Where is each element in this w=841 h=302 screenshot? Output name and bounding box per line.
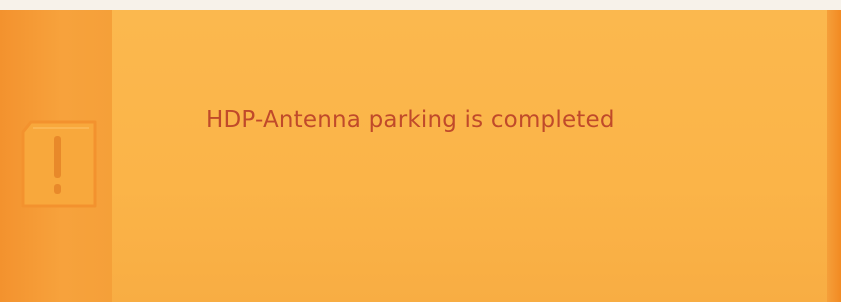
warning-exclamation-icon <box>21 120 97 208</box>
status-message: HDP-Antenna parking is completed <box>206 107 615 133</box>
notification-screen: HDP-Antenna parking is completed <box>0 10 841 302</box>
right-strip <box>827 10 841 302</box>
message-panel <box>112 10 827 302</box>
